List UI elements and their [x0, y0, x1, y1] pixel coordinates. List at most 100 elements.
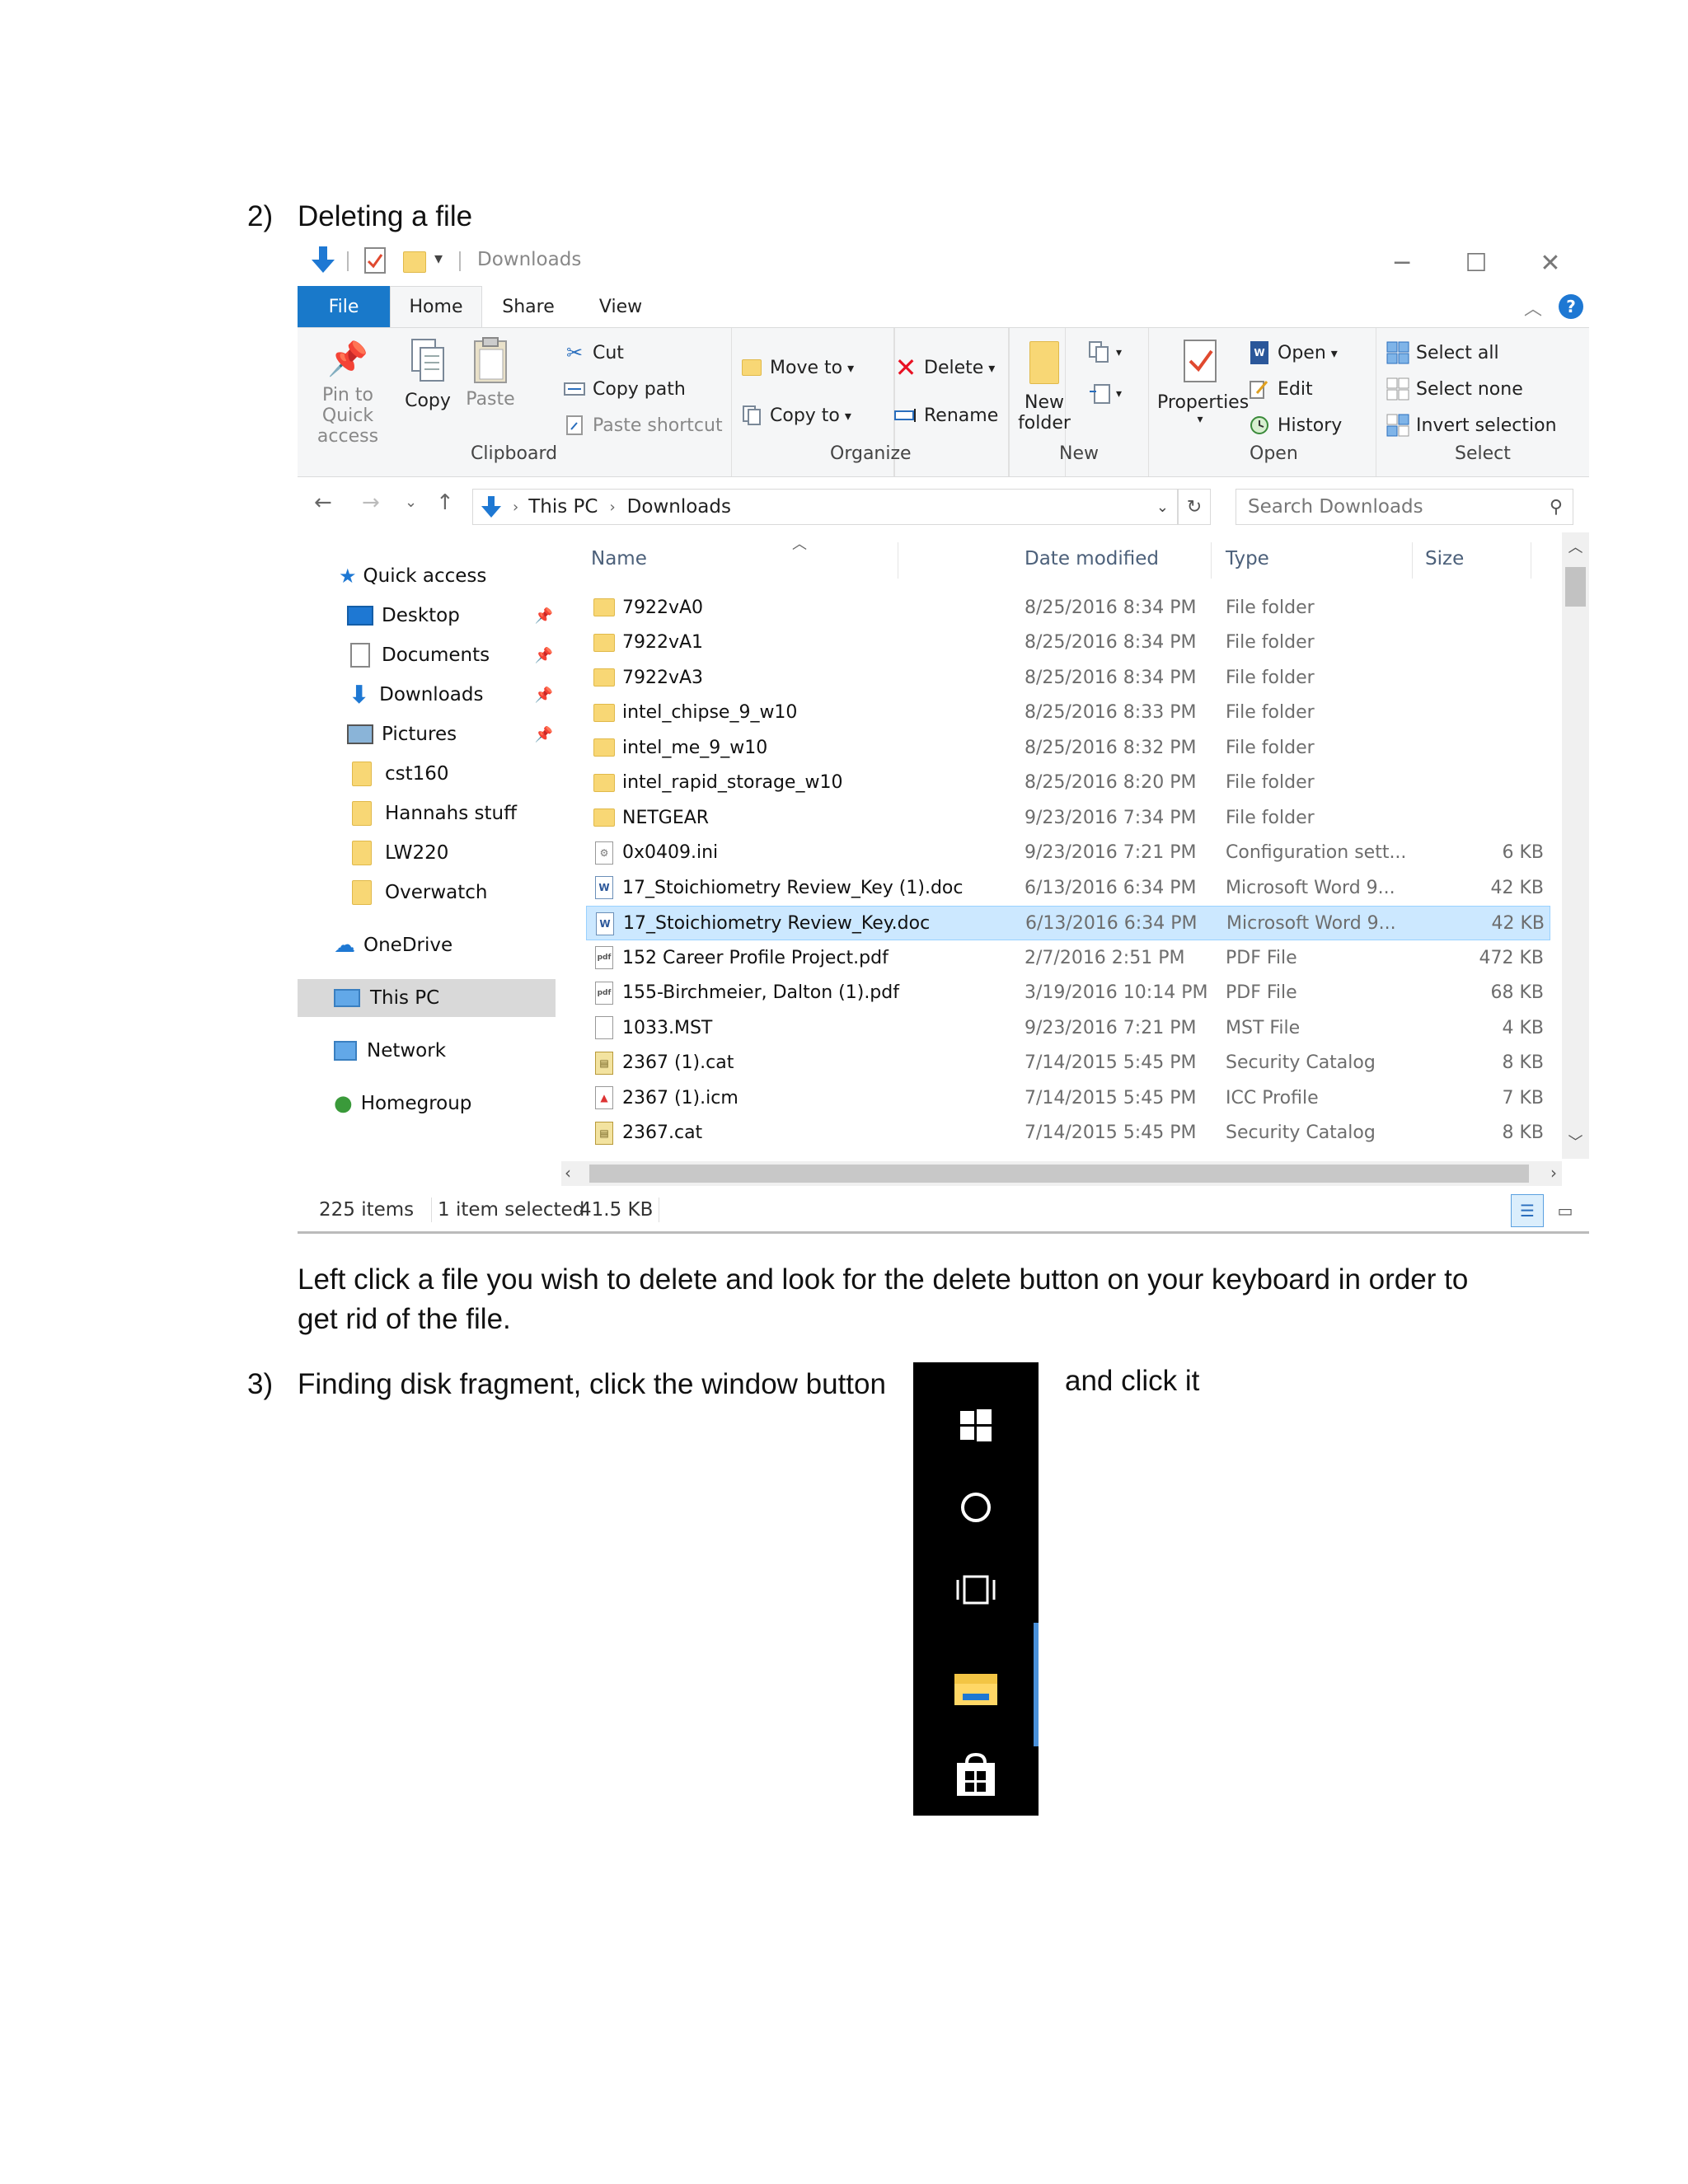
- back-arrow-icon[interactable]: ←: [314, 490, 332, 515]
- nav-this-pc[interactable]: This PC: [298, 979, 556, 1017]
- download-arrow-icon[interactable]: [309, 245, 337, 276]
- minimize-button[interactable]: ─: [1366, 240, 1438, 286]
- column-date-modified[interactable]: Date modified: [1025, 532, 1206, 585]
- folder-icon: [593, 735, 616, 760]
- nav-lw220[interactable]: LW220: [298, 834, 561, 872]
- scroll-up-icon[interactable]: ︿: [1562, 536, 1589, 557]
- file-row[interactable]: NETGEAR 9/23/2016 7:34 PM File folder: [586, 800, 1550, 835]
- file-row[interactable]: W 17_Stoichiometry Review_Key.doc 6/13/201…: [586, 905, 1550, 940]
- vertical-scrollbar[interactable]: ︿ ﹀: [1562, 532, 1589, 1159]
- properties-check-icon[interactable]: [363, 246, 387, 274]
- paste-shortcut-button[interactable]: Paste shortcut: [563, 409, 723, 442]
- file-row[interactable]: ⚙ 0x0409.ini 9/23/2016 7:21 PM Configuratio…: [586, 836, 1550, 870]
- nav-desktop[interactable]: Desktop 📌: [298, 597, 561, 635]
- edit-button[interactable]: Edit: [1248, 373, 1313, 405]
- file-row[interactable]: intel_chipse_9_w10 8/25/2016 8:33 PM File …: [586, 696, 1550, 730]
- file-explorer-icon[interactable]: [913, 1656, 1039, 1722]
- paste-button[interactable]: Paste: [462, 336, 518, 442]
- select-all-button[interactable]: Select all: [1386, 336, 1499, 369]
- file-row[interactable]: W 17_Stoichiometry Review_Key (1).doc 6/13…: [586, 870, 1550, 905]
- scroll-thumb[interactable]: [1565, 567, 1586, 607]
- cortana-circle-icon[interactable]: [913, 1483, 1039, 1532]
- close-button[interactable]: ✕: [1514, 240, 1587, 286]
- file-row[interactable]: 7922vA1 8/25/2016 8:34 PM File folder: [586, 626, 1550, 660]
- file-size: [1443, 800, 1544, 835]
- maximize-button[interactable]: ☐: [1440, 240, 1512, 286]
- pin-icon[interactable]: 📌: [535, 607, 553, 625]
- properties-button[interactable]: Properties ▾: [1157, 338, 1249, 440]
- file-date: 9/23/2016 7:21 PM: [1025, 1017, 1197, 1038]
- copy-button[interactable]: Copy: [398, 336, 457, 442]
- nav-overwatch[interactable]: Overwatch: [298, 874, 561, 912]
- pin-icon[interactable]: 📌: [535, 726, 553, 743]
- delete-button[interactable]: ✕ Delete ▾: [894, 351, 996, 384]
- large-icons-view-button[interactable]: ▭: [1550, 1194, 1580, 1227]
- tab-share[interactable]: Share: [482, 286, 574, 327]
- nav-quick-access[interactable]: ★ Quick access: [298, 557, 561, 595]
- copy-to-button[interactable]: Copy to ▾: [740, 399, 851, 432]
- details-view-button[interactable]: ☰: [1511, 1194, 1544, 1227]
- easy-access-button[interactable]: ▾: [1088, 377, 1137, 410]
- file-row[interactable]: 7922vA3 8/25/2016 8:34 PM File folder: [586, 660, 1550, 695]
- file-row[interactable]: 1033.MST 9/23/2016 7:21 PM MST File 4 KB: [586, 1010, 1550, 1045]
- task-view-icon[interactable]: [913, 1565, 1039, 1615]
- copy-path-icon: [563, 377, 586, 401]
- pin-icon[interactable]: 📌: [535, 687, 553, 704]
- up-arrow-icon[interactable]: ↑: [436, 490, 454, 515]
- nav-downloads[interactable]: ⬇ Downloads 📌: [298, 676, 561, 714]
- store-bag-icon[interactable]: [913, 1746, 1039, 1804]
- rename-button[interactable]: Rename: [894, 399, 998, 432]
- nav-homegroup[interactable]: ● Homegroup: [298, 1085, 561, 1122]
- nav-pictures[interactable]: Pictures 📌: [298, 715, 561, 753]
- nav-cst160[interactable]: cst160: [298, 755, 561, 793]
- new-folder-icon[interactable]: [403, 251, 426, 273]
- nav-onedrive[interactable]: ☁ OneDrive: [298, 926, 561, 964]
- tab-file[interactable]: File: [298, 286, 390, 327]
- breadcrumb-this-pc[interactable]: This PC: [528, 496, 598, 518]
- address-bar[interactable]: › This PC › Downloads ⌄: [472, 489, 1178, 525]
- nav-network[interactable]: Network: [298, 1032, 561, 1070]
- cut-button[interactable]: ✂ Cut: [563, 336, 624, 369]
- breadcrumb-downloads[interactable]: Downloads: [627, 496, 731, 518]
- column-type[interactable]: Type: [1226, 532, 1407, 585]
- file-row[interactable]: pdf 152 Career Profile Project.pdf 2/7/201…: [586, 940, 1550, 975]
- collapse-ribbon-icon[interactable]: ︿: [1524, 294, 1542, 321]
- customize-dropdown-icon[interactable]: ▾: [434, 248, 443, 268]
- scroll-right-icon[interactable]: ›: [1550, 1163, 1557, 1183]
- move-to-button[interactable]: Move to ▾: [740, 351, 854, 384]
- forward-arrow-icon[interactable]: →: [362, 490, 380, 515]
- copy-path-button[interactable]: Copy path: [563, 373, 686, 405]
- refresh-button[interactable]: ↻: [1178, 489, 1211, 525]
- nav-hannahs-stuff[interactable]: Hannahs stuff: [298, 794, 561, 832]
- address-dropdown-icon[interactable]: ⌄: [1156, 499, 1169, 516]
- column-size[interactable]: Size: [1425, 532, 1524, 585]
- new-folder-button[interactable]: New folder: [1018, 338, 1071, 437]
- file-row[interactable]: ▤ 2367 (1).cat 7/14/2015 5:45 PM Security C…: [586, 1046, 1550, 1080]
- pin-icon[interactable]: 📌: [535, 647, 553, 664]
- history-button[interactable]: History: [1248, 409, 1342, 442]
- invert-selection-button[interactable]: Invert selection: [1386, 409, 1557, 442]
- pin-to-quick-access-button[interactable]: 📌 Pin to Quick access: [304, 336, 392, 447]
- scroll-down-icon[interactable]: ﹀: [1562, 1131, 1589, 1152]
- windows-start-icon[interactable]: [913, 1400, 1039, 1450]
- horizontal-scroll-thumb[interactable]: [589, 1165, 1529, 1183]
- help-icon[interactable]: ?: [1559, 294, 1583, 319]
- scroll-left-icon[interactable]: ‹: [565, 1163, 571, 1183]
- rename-label: Rename: [924, 405, 999, 426]
- file-row[interactable]: 7922vA0 8/25/2016 8:34 PM File folder: [586, 590, 1550, 625]
- file-row[interactable]: ▤ 2367.cat 7/14/2015 5:45 PM Security Catal…: [586, 1116, 1550, 1151]
- horizontal-scrollbar[interactable]: ‹ ›: [561, 1161, 1562, 1186]
- tab-home[interactable]: Home: [390, 286, 482, 327]
- new-item-button[interactable]: ▾: [1088, 336, 1137, 369]
- nav-documents[interactable]: Documents 📌: [298, 636, 561, 674]
- search-box[interactable]: Search Downloads ⚲: [1236, 489, 1573, 525]
- file-row[interactable]: pdf 155-Birchmeier, Dalton (1).pdf 3/19/20…: [586, 976, 1550, 1010]
- tab-view[interactable]: View: [574, 286, 667, 327]
- new-item-icon: [1089, 341, 1109, 363]
- recent-dropdown-icon[interactable]: ⌄: [405, 494, 417, 511]
- file-row[interactable]: intel_me_9_w10 8/25/2016 8:32 PM File fold…: [586, 730, 1550, 765]
- file-row[interactable]: intel_rapid_storage_w10 8/25/2016 8:20 PM…: [586, 766, 1550, 800]
- file-row[interactable]: ▲ 2367 (1).icm 7/14/2015 5:45 PM ICC Profil…: [586, 1080, 1550, 1115]
- open-button[interactable]: W Open ▾: [1248, 336, 1338, 369]
- select-none-button[interactable]: Select none: [1386, 373, 1523, 405]
